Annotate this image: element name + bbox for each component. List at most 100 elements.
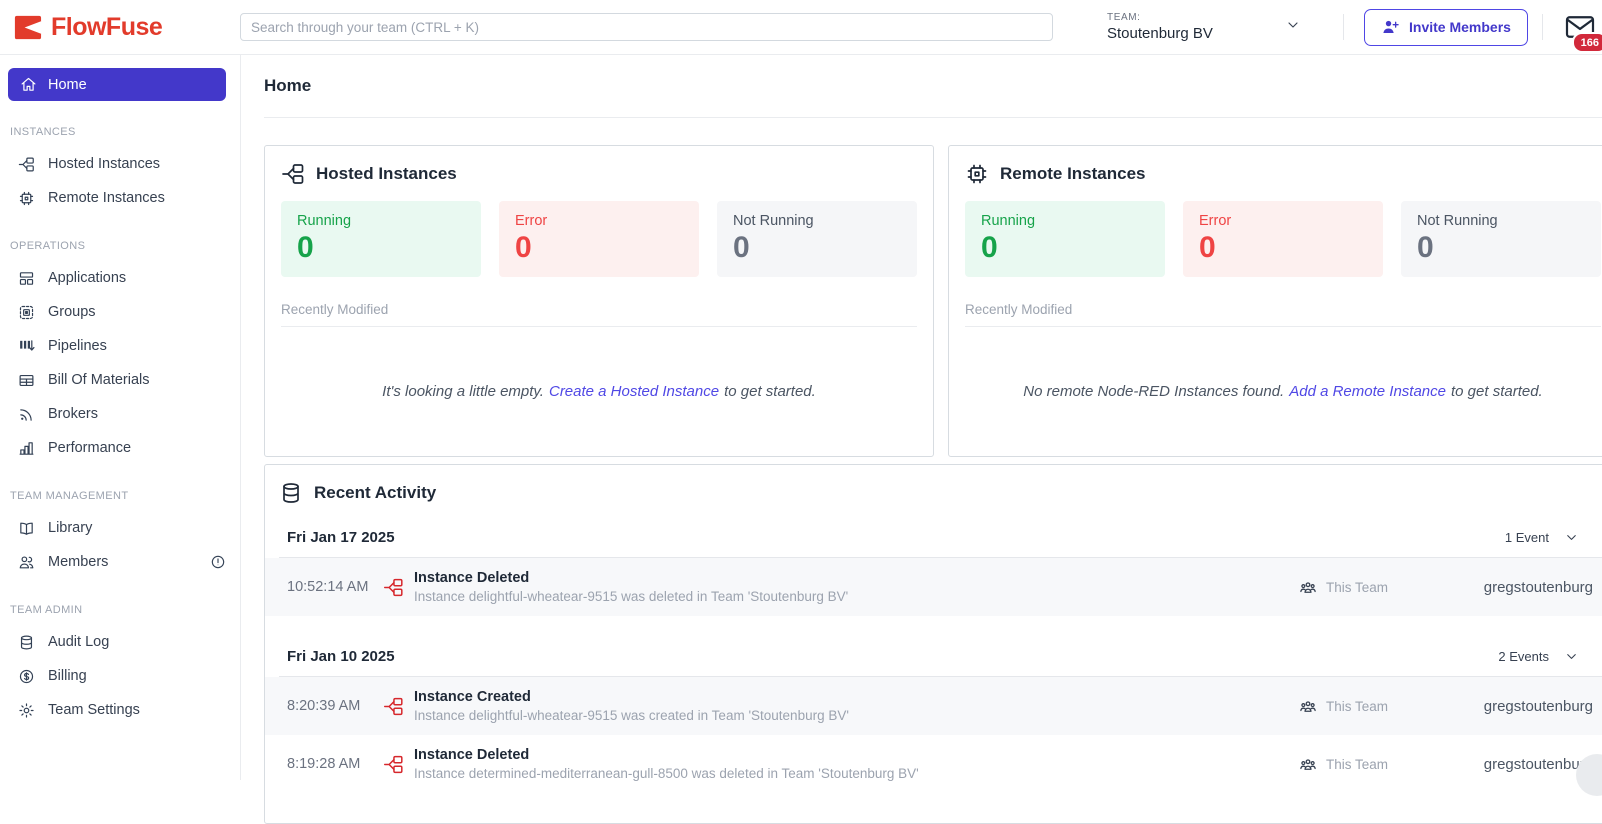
- event-time: 8:20:39 AM: [287, 698, 361, 714]
- sidebar-item-bill-of-materials[interactable]: Bill Of Materials: [0, 363, 240, 397]
- team-settings-icon: [18, 702, 35, 719]
- hosted-instances-icon: [18, 156, 35, 173]
- event-scope-label: This Team: [1325, 579, 1388, 595]
- recently-modified-label: Recently Modified: [965, 302, 1601, 327]
- recently-modified-label: Recently Modified: [281, 302, 917, 327]
- activity-event-row[interactable]: 8:20:39 AM Instance Created Instance del…: [265, 677, 1602, 735]
- team-users-icon: [1299, 697, 1317, 715]
- home-icon: [20, 76, 37, 93]
- sidebar-item-label: Bill Of Materials: [48, 372, 150, 388]
- page-title: Home: [264, 76, 312, 95]
- sidebar-item-library[interactable]: Library: [0, 511, 240, 545]
- remote-instances-card: Remote Instances Running 0 Error 0 Not R…: [948, 145, 1602, 457]
- main-content: Home Hosted Instances Running 0 Error 0: [242, 55, 1602, 824]
- event-user: gregstoutenburg: [1483, 697, 1593, 715]
- page-divider: [264, 117, 1602, 118]
- remote-empty-state: No remote Node-RED Instances found. Add …: [965, 327, 1601, 455]
- sidebar-item-remote-instances[interactable]: Remote Instances: [0, 181, 240, 215]
- topbar-divider: [1343, 14, 1344, 40]
- sidebar-item-hosted-instances[interactable]: Hosted Instances: [0, 147, 240, 181]
- sidebar-item-label: Hosted Instances: [48, 156, 161, 172]
- remote-instances-icon: [18, 190, 35, 207]
- invite-members-button[interactable]: Invite Members: [1364, 8, 1528, 46]
- create-hosted-instance-link[interactable]: Create a Hosted Instance: [549, 383, 719, 400]
- sidebar-section-operations: OPERATIONS: [10, 240, 86, 252]
- chevron-down-icon: [1567, 654, 1576, 659]
- notifications-button[interactable]: 166: [1564, 14, 1602, 53]
- event-description: Instance delightful-wheatear-9515 was cr…: [414, 708, 849, 723]
- sidebar-item-applications[interactable]: Applications: [0, 261, 240, 295]
- members-alert-icon: [210, 554, 226, 570]
- sidebar-item-members[interactable]: Members: [0, 545, 240, 579]
- sidebar: Home INSTANCES Hosted Instances Remote I…: [0, 55, 241, 780]
- sidebar-item-label: Billing: [48, 668, 87, 684]
- team-selector-name: Stoutenburg BV: [1107, 25, 1213, 42]
- team-selector-label: TEAM:: [1107, 12, 1141, 23]
- remote-error-stat: Error 0: [1183, 201, 1383, 277]
- sidebar-item-label: Members: [48, 554, 109, 570]
- groups-icon: [18, 304, 35, 321]
- activity-group-toggle[interactable]: 2 Events: [1498, 649, 1579, 664]
- recent-activity-title: Recent Activity: [314, 483, 437, 502]
- activity-event-row[interactable]: 10:52:14 AM Instance Deleted Instance de…: [265, 558, 1602, 616]
- team-users-icon: [1299, 578, 1317, 596]
- empty-state-text: No remote Node-RED Instances found.: [1023, 382, 1285, 400]
- event-title: Instance Deleted: [414, 747, 530, 763]
- stat-label: Not Running: [1417, 213, 1498, 229]
- recent-activity-card: Recent Activity Fri Jan 17 2025 1 Event …: [264, 464, 1602, 824]
- team-chevron-down-icon[interactable]: [1285, 17, 1301, 38]
- activity-date: Fri Jan 10 2025: [287, 648, 395, 665]
- stat-value: 0: [1199, 231, 1216, 264]
- audit-log-icon: [18, 634, 35, 651]
- top-bar: FlowFuse TEAM: Stoutenburg BV Invite Mem…: [0, 0, 1602, 55]
- event-count: 2 Events: [1498, 649, 1549, 664]
- hosted-empty-state: It's looking a little empty. Create a Ho…: [281, 327, 917, 455]
- sidebar-item-performance[interactable]: Performance: [0, 431, 240, 465]
- sidebar-item-label: Performance: [48, 440, 132, 456]
- applications-icon: [18, 270, 35, 287]
- sidebar-item-home[interactable]: Home: [8, 68, 226, 101]
- notification-count-badge: 166: [1571, 32, 1602, 53]
- event-description: Instance delightful-wheatear-9515 was de…: [414, 589, 849, 604]
- sidebar-item-label: Groups: [48, 304, 96, 320]
- sidebar-item-pipelines[interactable]: Pipelines: [0, 329, 240, 363]
- library-icon: [18, 520, 35, 537]
- billing-icon: [18, 668, 35, 685]
- hosted-not-running-stat: Not Running 0: [717, 201, 917, 277]
- event-description: Instance determined-mediterranean-gull-8…: [414, 766, 919, 781]
- performance-icon: [18, 440, 35, 457]
- event-scope-label: This Team: [1325, 698, 1388, 714]
- sidebar-section-team-admin: TEAM ADMIN: [10, 604, 83, 616]
- card-title: Hosted Instances: [316, 164, 457, 183]
- instance-event-icon: [383, 696, 404, 717]
- team-selector[interactable]: TEAM: Stoutenburg BV: [1107, 12, 1269, 42]
- event-title: Instance Created: [414, 689, 531, 705]
- sidebar-item-billing[interactable]: Billing: [0, 659, 240, 693]
- activity-event-row[interactable]: 8:19:28 AM Instance Deleted Instance det…: [265, 735, 1602, 793]
- sidebar-item-brokers[interactable]: Brokers: [0, 397, 240, 431]
- flowfuse-logo[interactable]: FlowFuse: [0, 12, 240, 43]
- sidebar-item-label: Home: [48, 76, 87, 93]
- activity-group-toggle[interactable]: 1 Event: [1505, 530, 1579, 545]
- event-time: 10:52:14 AM: [287, 579, 369, 595]
- add-remote-instance-link[interactable]: Add a Remote Instance: [1289, 383, 1446, 400]
- instance-event-icon: [383, 577, 404, 598]
- user-plus-icon: [1381, 18, 1400, 37]
- sidebar-item-label: Library: [48, 520, 93, 536]
- chevron-down-icon: [1567, 535, 1576, 540]
- search-input[interactable]: [240, 13, 1053, 41]
- hosted-instances-icon: [281, 162, 305, 186]
- members-icon: [18, 554, 35, 571]
- pipelines-icon: [18, 338, 35, 355]
- sidebar-item-team-settings[interactable]: Team Settings: [0, 693, 240, 727]
- sidebar-section-instances: INSTANCES: [10, 126, 76, 138]
- sidebar-item-audit-log[interactable]: Audit Log: [0, 625, 240, 659]
- event-time: 8:19:28 AM: [287, 756, 361, 772]
- empty-state-text: to get started.: [724, 382, 816, 400]
- stat-label: Error: [515, 213, 548, 229]
- sidebar-item-groups[interactable]: Groups: [0, 295, 240, 329]
- activity-group: Fri Jan 10 2025 2 Events 8:20:39 AM Inst…: [265, 638, 1602, 793]
- sidebar-item-label: Pipelines: [48, 338, 107, 354]
- remote-not-running-stat: Not Running 0: [1401, 201, 1601, 277]
- stat-value: 0: [981, 231, 998, 264]
